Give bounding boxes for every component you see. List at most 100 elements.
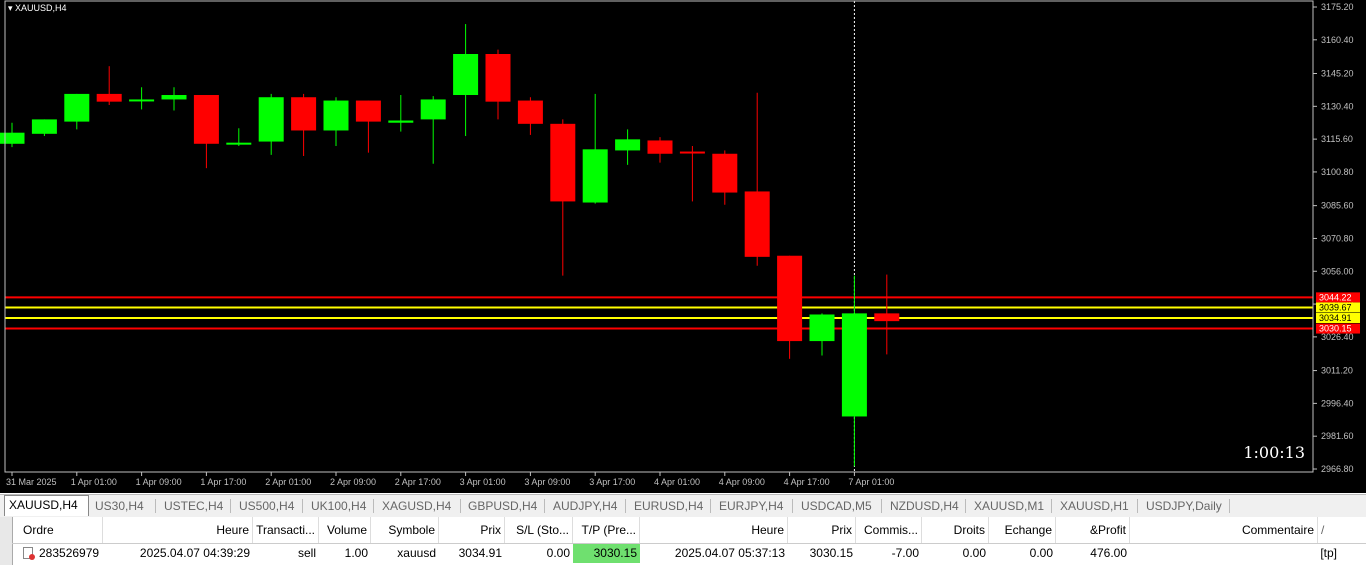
chart-tab[interactable]: USDCAD,M5 bbox=[797, 497, 881, 515]
cell-transaction: sell bbox=[297, 546, 316, 560]
chart-tab[interactable]: US500,H4 bbox=[235, 497, 302, 515]
col-header-volume[interactable]: Volume bbox=[319, 517, 371, 543]
y-tick-label: 2996.40 bbox=[1321, 398, 1354, 408]
chart-tab[interactable]: XAUUSD,M1 bbox=[970, 497, 1051, 515]
price-level-label: 3039.67 bbox=[1319, 302, 1352, 312]
candle bbox=[647, 137, 673, 163]
y-tick-label: 2981.60 bbox=[1321, 431, 1354, 441]
candle bbox=[841, 275, 867, 467]
terminal-panel: inal Ordre Heure Transacti... Volume Sym… bbox=[0, 517, 1366, 565]
cell-commentaire: [tp] bbox=[1320, 546, 1337, 560]
candle-body bbox=[777, 255, 803, 342]
col-header-prix[interactable]: Prix bbox=[439, 517, 505, 543]
candle-body bbox=[647, 140, 673, 154]
x-tick-label: 4 Apr 09:00 bbox=[719, 477, 765, 487]
tab-separator bbox=[965, 499, 966, 513]
col-header-commentaire[interactable]: Commentaire bbox=[1130, 517, 1318, 543]
candle bbox=[388, 95, 414, 132]
price-level-label: 3034.91 bbox=[1319, 313, 1352, 323]
col-header-heure2[interactable]: Heure bbox=[640, 517, 788, 543]
candle bbox=[485, 49, 511, 120]
plot-frame bbox=[4, 0, 1314, 473]
candle bbox=[291, 93, 317, 156]
candle bbox=[744, 92, 770, 266]
candle-body bbox=[615, 139, 641, 151]
y-tick-label: 3056.00 bbox=[1321, 266, 1354, 276]
candle bbox=[712, 150, 738, 205]
candle-body bbox=[582, 149, 608, 203]
col-header-symbole[interactable]: Symbole bbox=[371, 517, 439, 543]
x-tick-label: 7 Apr 01:00 bbox=[848, 477, 894, 487]
candle bbox=[226, 128, 252, 146]
candle-body bbox=[712, 153, 738, 193]
chart-tab[interactable]: EURUSD,H4 bbox=[630, 497, 710, 515]
chart-symbol-label[interactable]: ▾ XAUUSD,H4 bbox=[8, 3, 67, 14]
y-tick-label: 3130.40 bbox=[1321, 101, 1354, 111]
candle bbox=[258, 93, 284, 155]
candle bbox=[64, 93, 90, 130]
tab-separator bbox=[544, 499, 545, 513]
col-header-droits[interactable]: Droits bbox=[922, 517, 989, 543]
x-tick-label: 2 Apr 09:00 bbox=[330, 477, 376, 487]
col-header-ordre[interactable]: Ordre bbox=[20, 517, 103, 543]
x-tick-label: 1 Apr 09:00 bbox=[136, 477, 182, 487]
col-header-tp[interactable]: T/P (Pre... bbox=[573, 517, 640, 543]
chart-tab[interactable]: USDJPY,Daily bbox=[1142, 497, 1229, 515]
candle bbox=[809, 313, 835, 356]
price-level-label: 3044.22 bbox=[1319, 292, 1352, 302]
candle-body bbox=[420, 99, 446, 120]
cell-prix2: 3030.15 bbox=[809, 546, 853, 560]
y-tick-label: 3175.20 bbox=[1321, 2, 1354, 12]
tab-separator bbox=[881, 499, 882, 513]
y-tick-label: 3100.80 bbox=[1321, 167, 1354, 177]
y-tick-label: 3145.20 bbox=[1321, 69, 1354, 79]
bar-countdown-timer: 1:00:13 bbox=[1243, 443, 1305, 462]
candle-body bbox=[0, 132, 25, 144]
candle-body bbox=[355, 100, 381, 122]
col-header-transaction[interactable]: Transacti... bbox=[253, 517, 319, 543]
col-header-heure[interactable]: Heure bbox=[103, 517, 253, 543]
chart-window[interactable]: 3175.20 3160.40 3145.20 3130.40 3115.60 3100.… bbox=[0, 0, 1366, 493]
tab-separator bbox=[230, 499, 231, 513]
candlestick-chart[interactable]: 3175.20 3160.40 3145.20 3130.40 3115.60 3100.… bbox=[0, 0, 1366, 493]
x-tick-label: 3 Apr 17:00 bbox=[589, 477, 635, 487]
col-header-commission[interactable]: Commis... bbox=[856, 517, 922, 543]
column-resize-handle-icon[interactable]: / bbox=[1318, 517, 1338, 543]
tab-separator bbox=[625, 499, 626, 513]
candle bbox=[679, 145, 705, 202]
cell-prix: 3034.91 bbox=[458, 546, 502, 560]
chart-tab[interactable]: US30,H4 bbox=[91, 497, 155, 515]
candle-body bbox=[679, 151, 705, 154]
candle bbox=[517, 97, 543, 135]
dropdown-triangle-icon[interactable]: ▾ bbox=[8, 3, 13, 13]
candle-body bbox=[517, 100, 543, 124]
candle bbox=[161, 87, 187, 111]
col-header-prix2[interactable]: Prix bbox=[788, 517, 856, 543]
candle-body bbox=[744, 191, 770, 257]
candle-body bbox=[291, 97, 317, 131]
chart-tab[interactable]: EURJPY,H4 bbox=[715, 497, 792, 515]
chart-tab[interactable]: XAGUSD,H4 bbox=[378, 497, 460, 515]
candle bbox=[96, 66, 122, 105]
chart-tab[interactable]: USTEC,H4 bbox=[160, 497, 230, 515]
chart-tab[interactable]: XAUUSD,H4 bbox=[4, 495, 89, 516]
y-tick-label: 3160.40 bbox=[1321, 35, 1354, 45]
chart-tab[interactable]: GBPUSD,H4 bbox=[464, 497, 544, 515]
candle bbox=[582, 93, 608, 204]
x-tick-label: 2 Apr 17:00 bbox=[395, 477, 441, 487]
cell-profit: 476.00 bbox=[1090, 546, 1127, 560]
chart-tab[interactable]: AUDJPY,H4 bbox=[549, 497, 625, 515]
col-header-echange[interactable]: Echange bbox=[989, 517, 1056, 543]
x-tick-label: 1 Apr 17:00 bbox=[200, 477, 246, 487]
cell-commission: -7.00 bbox=[891, 546, 919, 560]
chart-tab[interactable]: XAUUSD,H1 bbox=[1056, 497, 1137, 515]
chart-tab[interactable]: UK100,H4 bbox=[307, 497, 373, 515]
candle bbox=[31, 119, 57, 137]
col-header-sl[interactable]: S/L (Sto... bbox=[505, 517, 573, 543]
col-header-profit[interactable]: &Profit bbox=[1056, 517, 1130, 543]
x-tick-label: 31 Mar 2025 bbox=[6, 477, 57, 487]
y-tick-label: 2966.80 bbox=[1321, 464, 1354, 474]
candle-body bbox=[64, 93, 90, 122]
y-tick-label: 3011.20 bbox=[1321, 366, 1353, 376]
chart-tab[interactable]: NZDUSD,H4 bbox=[886, 497, 965, 515]
